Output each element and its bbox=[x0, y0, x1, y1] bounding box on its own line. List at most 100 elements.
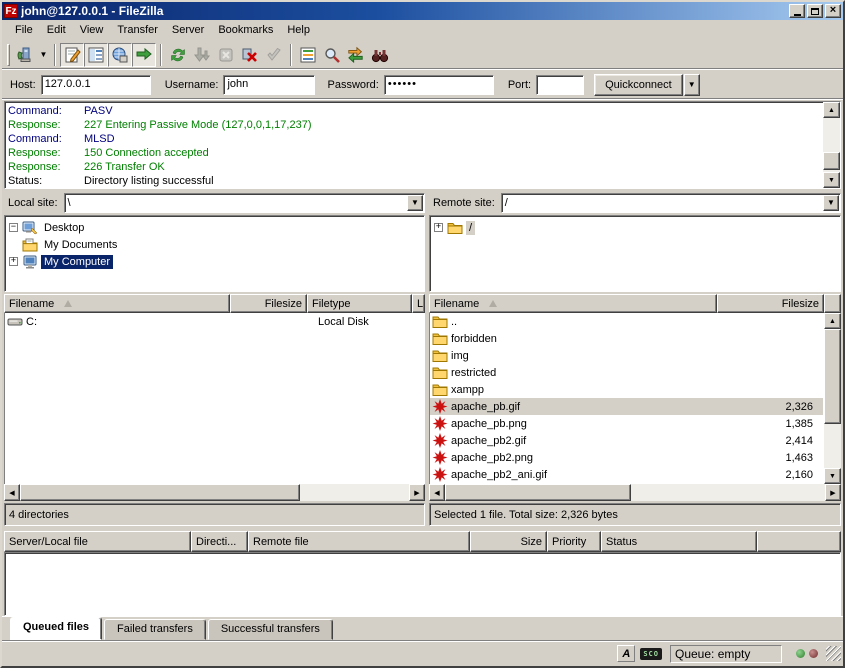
local-column-filename[interactable]: Filename bbox=[4, 294, 230, 313]
title-bar[interactable]: Fz john@127.0.0.1 - FileZilla × bbox=[2, 2, 843, 20]
tree-item-label-selected[interactable]: My Computer bbox=[41, 255, 113, 269]
process-queue-button[interactable] bbox=[190, 43, 214, 67]
minimize-button[interactable] bbox=[789, 4, 805, 18]
scroll-up-button[interactable]: ▲ bbox=[824, 313, 841, 329]
remote-site-dropdown-button[interactable]: ▼ bbox=[823, 195, 839, 211]
local-column-filesize[interactable]: Filesize bbox=[230, 294, 307, 313]
menu-edit[interactable]: Edit bbox=[40, 22, 73, 38]
toggle-local-treeview-button[interactable] bbox=[84, 43, 108, 67]
toolbar-grip[interactable] bbox=[7, 44, 10, 66]
tree-item-label[interactable]: / bbox=[466, 221, 475, 235]
queue-column-status[interactable]: Status bbox=[601, 531, 757, 552]
scrollbar-track[interactable] bbox=[824, 329, 841, 468]
password-input[interactable]: •••••• bbox=[384, 75, 494, 95]
refresh-button[interactable] bbox=[166, 43, 190, 67]
menu-transfer[interactable]: Transfer bbox=[110, 22, 165, 38]
collapse-icon[interactable]: − bbox=[9, 223, 18, 232]
scrollbar-track[interactable] bbox=[823, 118, 840, 172]
scrollbar-track[interactable] bbox=[445, 484, 825, 501]
remote-horizontal-scrollbar[interactable]: ◀ ▶ bbox=[429, 484, 841, 501]
file-row-apache-pb2-png[interactable]: apache_pb2.png 1,463 bbox=[430, 449, 823, 466]
tree-item-my-documents[interactable]: My Documents bbox=[9, 236, 422, 253]
menu-server[interactable]: Server bbox=[165, 22, 211, 38]
tree-item-my-computer[interactable]: + My Computer bbox=[9, 253, 422, 270]
file-row-img[interactable]: img bbox=[430, 347, 823, 364]
scroll-right-button[interactable]: ▶ bbox=[825, 484, 841, 501]
maximize-button[interactable] bbox=[807, 4, 823, 18]
menu-help[interactable]: Help bbox=[280, 22, 317, 38]
transfer-type-indicator[interactable]: A bbox=[617, 645, 635, 662]
speed-limit-indicator-icon[interactable]: SCO bbox=[640, 648, 662, 660]
remote-vertical-scrollbar[interactable]: ▲ ▼ bbox=[824, 313, 841, 484]
remote-column-filename[interactable]: Filename bbox=[429, 294, 717, 313]
disconnect-button[interactable] bbox=[238, 43, 262, 67]
tab-failed-transfers[interactable]: Failed transfers bbox=[104, 619, 206, 640]
port-input[interactable] bbox=[536, 75, 584, 95]
scrollbar-thumb[interactable] bbox=[824, 329, 841, 424]
scrollbar-thumb[interactable] bbox=[20, 484, 300, 501]
remote-column-filesize[interactable]: Filesize bbox=[717, 294, 824, 313]
menu-bookmarks[interactable]: Bookmarks bbox=[211, 22, 280, 38]
local-column-filetype[interactable]: Filetype bbox=[307, 294, 412, 313]
site-manager-button[interactable] bbox=[13, 43, 37, 67]
log-vertical-scrollbar[interactable]: ▲ ▼ bbox=[823, 102, 840, 188]
cancel-operation-button[interactable] bbox=[214, 43, 238, 67]
local-column-last-modified-truncated[interactable]: L bbox=[412, 294, 425, 313]
scroll-down-button[interactable]: ▼ bbox=[823, 172, 840, 188]
local-horizontal-scrollbar[interactable]: ◀ ▶ bbox=[4, 484, 425, 501]
tree-item-desktop[interactable]: − Desktop bbox=[9, 219, 422, 236]
close-button[interactable]: × bbox=[825, 4, 841, 18]
file-row-apache-pb-gif-selected[interactable]: apache_pb.gif 2,326 bbox=[430, 398, 823, 415]
transfer-queue-list[interactable] bbox=[4, 552, 841, 616]
local-file-row-drive-c[interactable]: C: Local Disk bbox=[5, 313, 424, 330]
username-input[interactable]: john bbox=[223, 75, 315, 95]
expand-icon[interactable]: + bbox=[9, 257, 18, 266]
file-row-xampp[interactable]: xampp bbox=[430, 381, 823, 398]
scroll-left-button[interactable]: ◀ bbox=[4, 484, 20, 501]
toggle-remote-treeview-button[interactable] bbox=[108, 43, 132, 67]
file-row-apache-pb2-gif[interactable]: apache_pb2.gif 2,414 bbox=[430, 432, 823, 449]
menu-view[interactable]: View bbox=[73, 22, 111, 38]
file-row-apache-pb-png[interactable]: apache_pb.png 1,385 bbox=[430, 415, 823, 432]
tree-item-root[interactable]: + / bbox=[434, 219, 838, 236]
queue-column-size[interactable]: Size bbox=[470, 531, 547, 552]
host-input[interactable]: 127.0.0.1 bbox=[41, 75, 151, 95]
toggle-transfer-queue-button[interactable] bbox=[132, 43, 156, 67]
scroll-down-button[interactable]: ▼ bbox=[824, 468, 841, 484]
local-site-dropdown-button[interactable]: ▼ bbox=[407, 195, 423, 211]
tree-item-label[interactable]: Desktop bbox=[41, 221, 87, 235]
queue-column-server-local-file[interactable]: Server/Local file bbox=[4, 531, 191, 552]
reconnect-button[interactable] bbox=[262, 43, 286, 67]
tab-successful-transfers[interactable]: Successful transfers bbox=[208, 619, 333, 640]
queue-column-remote-file[interactable]: Remote file bbox=[248, 531, 470, 552]
scrollbar-thumb[interactable] bbox=[823, 152, 840, 170]
scroll-right-button[interactable]: ▶ bbox=[409, 484, 425, 501]
file-row-parent-dir[interactable]: .. bbox=[430, 313, 823, 330]
file-row-restricted[interactable]: restricted bbox=[430, 364, 823, 381]
scrollbar-thumb[interactable] bbox=[445, 484, 631, 501]
expand-icon[interactable]: + bbox=[434, 223, 443, 232]
find-files-button[interactable] bbox=[368, 43, 392, 67]
tree-item-label[interactable]: My Documents bbox=[41, 238, 120, 252]
scroll-left-button[interactable]: ◀ bbox=[429, 484, 445, 501]
queue-column-direction[interactable]: Directi... bbox=[191, 531, 248, 552]
file-search-button[interactable] bbox=[320, 43, 344, 67]
remote-site-combo[interactable]: / ▼ bbox=[501, 193, 841, 213]
synchronized-browsing-button[interactable] bbox=[344, 43, 368, 67]
file-row-forbidden[interactable]: forbidden bbox=[430, 330, 823, 347]
local-site-combo[interactable]: \ ▼ bbox=[64, 193, 425, 213]
resize-grip[interactable] bbox=[826, 646, 841, 661]
tab-queued-files[interactable]: Queued files bbox=[10, 617, 102, 640]
menu-file[interactable]: File bbox=[8, 22, 40, 38]
remote-site-value[interactable]: / bbox=[502, 197, 822, 209]
scroll-up-button[interactable]: ▲ bbox=[823, 102, 840, 118]
quickconnect-button[interactable]: Quickconnect bbox=[594, 74, 683, 96]
file-row-apache-pb2-ani-gif[interactable]: apache_pb2_ani.gif 2,160 bbox=[430, 466, 823, 483]
queue-column-priority[interactable]: Priority bbox=[547, 531, 601, 552]
quickconnect-dropdown-button[interactable]: ▼ bbox=[684, 74, 700, 96]
local-site-value[interactable]: \ bbox=[65, 197, 406, 209]
site-manager-dropdown-button[interactable]: ▼ bbox=[37, 43, 50, 67]
toggle-message-log-button[interactable] bbox=[60, 43, 84, 67]
scrollbar-track[interactable] bbox=[20, 484, 409, 501]
directory-listing-filters-button[interactable] bbox=[296, 43, 320, 67]
